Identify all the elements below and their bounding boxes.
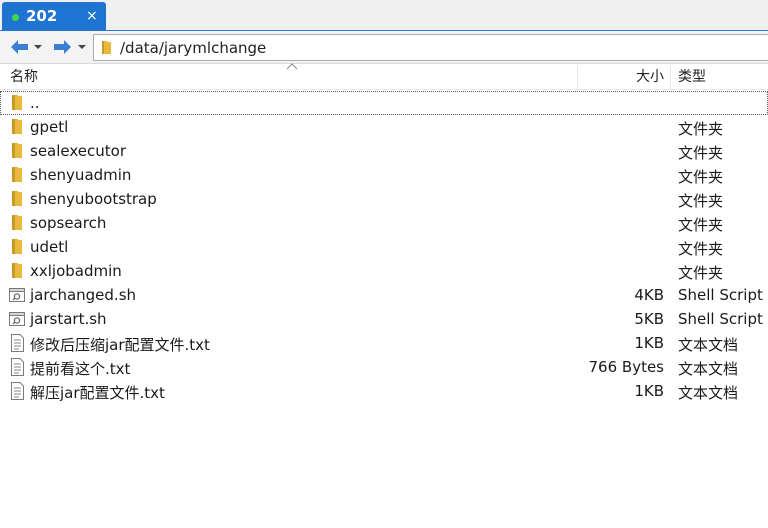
folder-icon [12,119,22,134]
file-type: 文件夹 [678,168,724,186]
column-type-header[interactable]: 类型 [671,65,768,90]
file-name: 解压jar配置文件.txt [30,384,165,402]
path-text: /data/jarymlchange [120,39,267,57]
file-type: 文件夹 [678,192,724,210]
arrow-right-icon [54,40,71,54]
file-type: Shell Script [678,310,763,328]
file-row[interactable]: sealexecutor 文件夹 [0,139,768,163]
file-type: 文本文档 [678,336,739,354]
file-name: 提前看这个.txt [30,360,131,378]
file-row[interactable]: shenyubootstrap 文件夹 [0,187,768,211]
file-name: .. [30,94,40,112]
arrow-left-icon [11,40,28,54]
file-type: 文本文档 [678,384,739,402]
folder-icon [12,263,22,278]
file-row[interactable]: jarstart.sh 5KB Shell Script [0,307,768,331]
file-row[interactable]: 解压jar配置文件.txt 1KB 文本文档 [0,379,768,403]
file-name: sopsearch [30,214,107,232]
folder-icon [12,239,22,254]
file-row[interactable]: 提前看这个.txt 766 Bytes 文本文档 [0,355,768,379]
text-file-icon [11,358,24,376]
sort-ascending-icon [286,63,298,70]
file-row[interactable]: jarchanged.sh 4KB Shell Script [0,283,768,307]
chevron-down-icon [34,45,42,49]
file-size: 1KB [634,382,664,400]
file-name: sealexecutor [30,142,126,160]
file-size: 4KB [634,286,664,304]
address-toolbar: /data/jarymlchange [0,31,768,64]
file-name: 修改后压缩jar配置文件.txt [30,336,210,354]
chevron-down-icon [78,45,86,49]
file-name: shenyubootstrap [30,190,157,208]
folder-icon [12,215,22,230]
file-type: Shell Script [678,286,763,304]
back-button[interactable] [8,37,30,57]
folder-icon [12,167,22,182]
file-list: .. gpetl 文件夹 sealexecutor 文件夹 shenyuadmin 文件夹 s… [0,91,768,403]
file-row[interactable]: sopsearch 文件夹 [0,211,768,235]
tab-label: 202 [26,7,58,25]
file-type: 文件夹 [678,264,724,282]
file-size: 1KB [634,334,664,352]
file-row[interactable]: udetl 文件夹 [0,235,768,259]
column-header: 名称 大小 类型 [0,63,768,90]
file-size: 5KB [634,310,664,328]
back-history-dropdown[interactable] [33,37,43,57]
file-type: 文件夹 [678,120,724,138]
text-file-icon [11,382,24,400]
file-size: 766 Bytes [588,358,665,376]
connection-status-icon [12,14,19,21]
tab-strip: 202 × [0,0,768,31]
tab-202[interactable]: 202 × [2,2,106,31]
file-type: 文件夹 [678,216,724,234]
folder-icon [12,143,22,158]
parent-directory-row[interactable]: .. [0,91,768,115]
file-row[interactable]: 修改后压缩jar配置文件.txt 1KB 文本文档 [0,331,768,355]
path-input[interactable]: /data/jarymlchange [93,34,768,61]
file-name: shenyuadmin [30,166,132,184]
tab-close-button[interactable]: × [86,8,98,24]
script-file-icon [9,288,25,302]
file-name: udetl [30,238,69,256]
file-name: xxljobadmin [30,262,122,280]
script-file-icon [9,312,25,326]
file-type: 文本文档 [678,360,739,378]
file-type: 文件夹 [678,144,724,162]
folder-icon [12,191,22,206]
file-row[interactable]: xxljobadmin 文件夹 [0,259,768,283]
text-file-icon [11,334,24,352]
file-row[interactable]: gpetl 文件夹 [0,115,768,139]
folder-icon [102,41,111,54]
forward-history-dropdown[interactable] [77,37,87,57]
folder-icon [12,95,22,110]
file-name: jarstart.sh [30,310,107,328]
file-row[interactable]: shenyuadmin 文件夹 [0,163,768,187]
column-size-header[interactable]: 大小 [578,65,671,90]
file-type: 文件夹 [678,240,724,258]
file-name: gpetl [30,118,69,136]
forward-button[interactable] [52,37,74,57]
file-name: jarchanged.sh [30,286,137,304]
